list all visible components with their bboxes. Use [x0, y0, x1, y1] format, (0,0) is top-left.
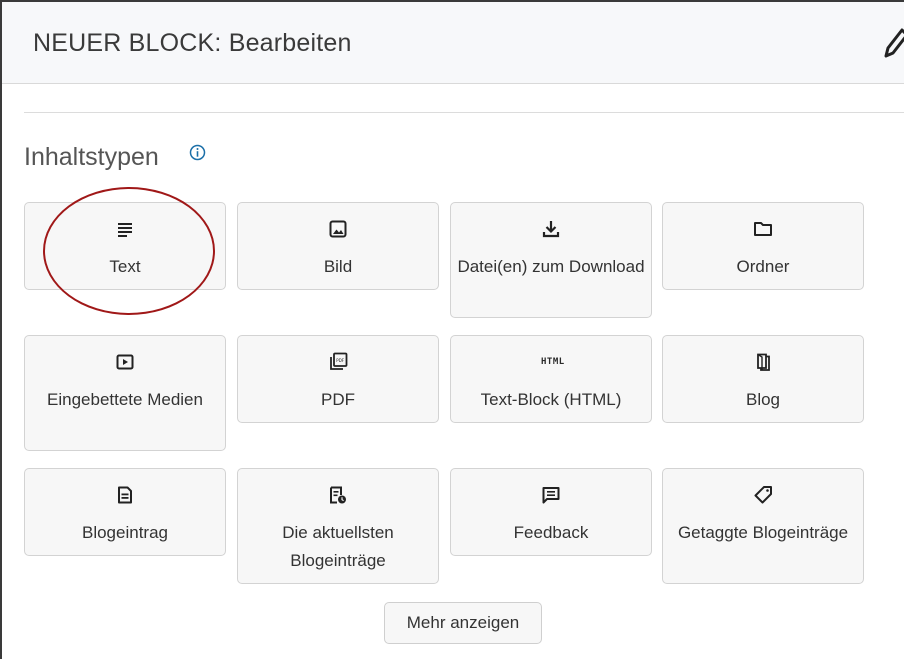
tile-label: Getaggte Blogeinträge [677, 523, 849, 542]
tile-label: Text [109, 257, 141, 276]
tag-icon [754, 486, 772, 504]
content-type-recent-posts[interactable]: Die aktuellsten Blogeinträge [237, 468, 439, 584]
pencil-icon[interactable] [882, 26, 904, 60]
section-title: Inhaltstypen [24, 143, 159, 171]
pdf-icon: PDF [330, 352, 348, 370]
recent-posts-icon [330, 486, 346, 504]
content-type-pdf[interactable]: PDF PDF [237, 335, 439, 423]
content-type-html-block[interactable]: HTML Text-Block (HTML) [450, 335, 652, 423]
svg-text:PDF: PDF [336, 358, 344, 363]
info-icon[interactable] [189, 144, 206, 161]
folder-icon [754, 222, 772, 236]
divider [24, 112, 904, 113]
content-type-text[interactable]: Text [24, 202, 226, 290]
content-type-feedback[interactable]: Feedback [450, 468, 652, 556]
play-icon [116, 354, 134, 370]
panel-header: NEUER BLOCK: Bearbeiten [2, 2, 904, 84]
content-type-embedded-media[interactable]: Eingebettete Medien [24, 335, 226, 451]
tile-label: Eingebettete Medien [47, 390, 203, 409]
tile-label: Die aktuellsten Blogeinträge [282, 523, 394, 570]
tile-label: Feedback [513, 523, 589, 542]
image-icon [329, 220, 347, 238]
tile-label: Text-Block (HTML) [480, 390, 622, 409]
feedback-icon [542, 487, 560, 504]
content-type-download[interactable]: Datei(en) zum Download [450, 202, 652, 318]
block-editor-panel: NEUER BLOCK: Bearbeiten Inhaltstypen Tex… [0, 0, 904, 659]
blog-post-icon [118, 486, 132, 504]
html-icon: HTML [541, 357, 565, 367]
tile-label: Bild [323, 257, 353, 276]
tile-label: Blogeintrag [81, 523, 168, 542]
show-more-button[interactable]: Mehr anzeigen [384, 602, 542, 644]
content-type-blog[interactable]: Blog [662, 335, 864, 423]
text-lines-icon [118, 223, 132, 237]
tile-label: PDF [321, 390, 355, 409]
content-type-blog-post[interactable]: Blogeintrag [24, 468, 226, 556]
tile-label: Datei(en) zum Download [457, 257, 645, 276]
tile-label: Ordner [736, 257, 790, 276]
content-type-folder[interactable]: Ordner [662, 202, 864, 290]
download-icon [542, 221, 560, 238]
tile-label: Blog [745, 390, 781, 409]
content-type-image[interactable]: Bild [237, 202, 439, 290]
content-type-tagged-posts[interactable]: Getaggte Blogeinträge [662, 468, 864, 584]
panel-title: NEUER BLOCK: Bearbeiten [33, 29, 352, 57]
blog-icon [757, 353, 770, 371]
